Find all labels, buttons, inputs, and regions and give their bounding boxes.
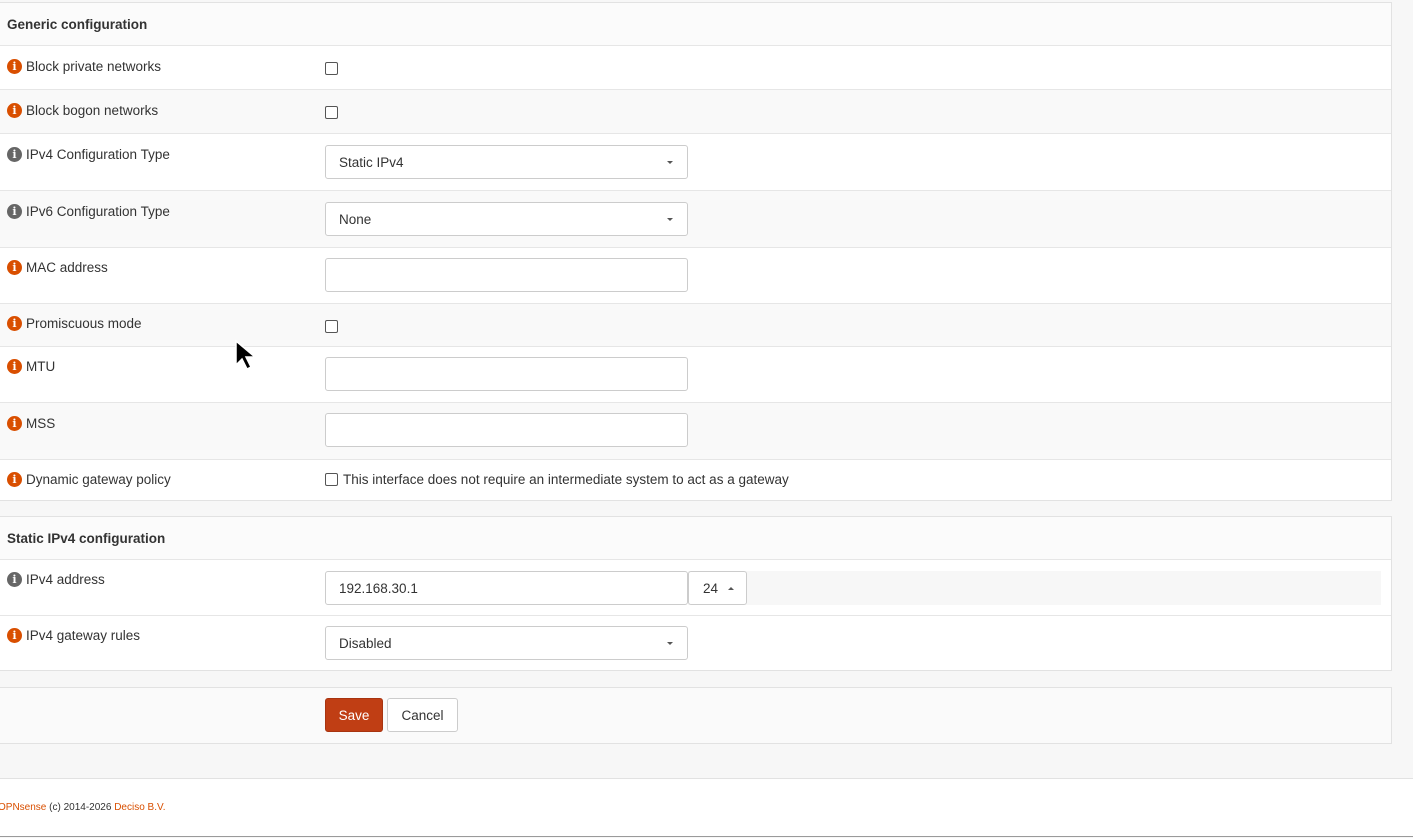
panel-header-static-ipv4: Static IPv4 configuration <box>0 517 1391 560</box>
info-icon[interactable]: i <box>7 416 22 431</box>
info-icon[interactable]: i <box>7 260 22 275</box>
row-ipv4-type: i IPv4 Configuration Type Static IPv4 <box>0 134 1391 191</box>
footer-brand-link[interactable]: OPNsense <box>0 802 46 813</box>
checkbox-text: This interface does not require an inter… <box>343 472 789 487</box>
row-mtu: i MTU <box>0 347 1391 403</box>
label-dynamic-gateway[interactable]: i Dynamic gateway policy <box>7 472 171 487</box>
generic-configuration-panel: Generic configuration i Block private ne… <box>0 2 1392 501</box>
caret-down-icon <box>667 161 673 164</box>
label-ipv6-type[interactable]: i IPv6 Configuration Type <box>7 204 170 219</box>
mac-address-input[interactable] <box>325 258 688 292</box>
cancel-button[interactable]: Cancel <box>387 698 458 732</box>
label-text: IPv4 address <box>26 572 105 587</box>
label-text: MTU <box>26 359 56 374</box>
input-value: 192.168.30.1 <box>339 580 418 596</box>
info-icon[interactable]: i <box>7 204 22 219</box>
label-text: MAC address <box>26 260 108 275</box>
static-ipv4-panel: Static IPv4 configuration i IPv4 address… <box>0 516 1392 671</box>
info-icon[interactable]: i <box>7 103 22 118</box>
row-mac: i MAC address <box>0 248 1391 304</box>
actions-panel: Save Cancel <box>0 687 1392 744</box>
row-block-bogon: i Block bogon networks <box>0 90 1391 134</box>
label-mss[interactable]: i MSS <box>7 416 55 431</box>
caret-up-icon <box>728 587 734 590</box>
row-block-private: i Block private networks <box>0 46 1391 90</box>
row-ipv6-type: i IPv6 Configuration Type None <box>0 191 1391 248</box>
ipv4-type-select[interactable]: Static IPv4 <box>325 145 688 179</box>
info-icon[interactable]: i <box>7 628 22 643</box>
caret-down-icon <box>667 642 673 645</box>
label-text: IPv4 gateway rules <box>26 628 141 643</box>
info-icon[interactable]: i <box>7 572 22 587</box>
footer-company-link[interactable]: Deciso B.V. <box>114 802 165 813</box>
panel-title: Static IPv4 configuration <box>7 530 166 546</box>
label-ipv4-type[interactable]: i IPv4 Configuration Type <box>7 147 170 162</box>
info-icon[interactable]: i <box>7 316 22 331</box>
label-promisc[interactable]: i Promiscuous mode <box>7 316 142 331</box>
panel-header-generic: Generic configuration <box>0 3 1391 46</box>
label-mac[interactable]: i MAC address <box>7 260 108 275</box>
label-gateway-rules[interactable]: i IPv4 gateway rules <box>7 628 140 643</box>
block-bogon-checkbox[interactable] <box>325 106 338 119</box>
label-text: Promiscuous mode <box>26 316 142 331</box>
label-text: MSS <box>26 416 56 431</box>
subnet-bits-select[interactable]: 24 <box>688 571 747 605</box>
gateway-rules-select[interactable]: Disabled <box>325 626 688 660</box>
dynamic-gateway-checkbox[interactable] <box>325 473 338 486</box>
ipv6-type-select[interactable]: None <box>325 202 688 236</box>
mss-input[interactable] <box>325 413 688 447</box>
block-private-checkbox[interactable] <box>325 62 338 75</box>
label-block-bogon[interactable]: i Block bogon networks <box>7 103 158 118</box>
label-text: Block private networks <box>26 59 162 74</box>
save-button[interactable]: Save <box>325 698 383 732</box>
select-value: None <box>339 211 372 227</box>
info-icon[interactable]: i <box>7 359 22 374</box>
page-footer: OPNsense (c) 2014-2026 Deciso B.V. <box>0 778 1413 837</box>
row-gateway-rules: i IPv4 gateway rules Disabled <box>0 616 1391 671</box>
label-ipv4-address[interactable]: i IPv4 address <box>7 572 105 587</box>
label-text: Block bogon networks <box>26 103 159 118</box>
info-icon[interactable]: i <box>7 147 22 162</box>
select-value: 24 <box>703 580 719 596</box>
label-block-private[interactable]: i Block private networks <box>7 59 161 74</box>
info-icon[interactable]: i <box>7 59 22 74</box>
ipv4-address-input[interactable]: 192.168.30.1 <box>325 571 688 605</box>
panel-title: Generic configuration <box>7 16 148 32</box>
mouse-pointer-icon <box>235 339 258 371</box>
label-text: IPv6 Configuration Type <box>26 204 170 219</box>
select-value: Disabled <box>339 635 392 651</box>
promiscuous-checkbox[interactable] <box>325 320 338 333</box>
label-text: Dynamic gateway policy <box>26 472 171 487</box>
label-mtu[interactable]: i MTU <box>7 359 55 374</box>
select-value: Static IPv4 <box>339 154 404 170</box>
mtu-input[interactable] <box>325 357 688 391</box>
row-mss: i MSS <box>0 403 1391 460</box>
footer-copyright: (c) 2014-2026 <box>46 802 115 813</box>
dynamic-gateway-option[interactable]: This interface does not require an inter… <box>325 472 789 487</box>
subnet-area <box>688 571 1381 605</box>
caret-down-icon <box>667 218 673 221</box>
info-icon[interactable]: i <box>7 472 22 487</box>
row-promisc: i Promiscuous mode <box>0 304 1391 347</box>
label-text: IPv4 Configuration Type <box>26 147 170 162</box>
row-ipv4-address: i IPv4 address 192.168.30.1 24 <box>0 560 1391 616</box>
row-dynamic-gateway: i Dynamic gateway policy This interface … <box>0 460 1391 502</box>
